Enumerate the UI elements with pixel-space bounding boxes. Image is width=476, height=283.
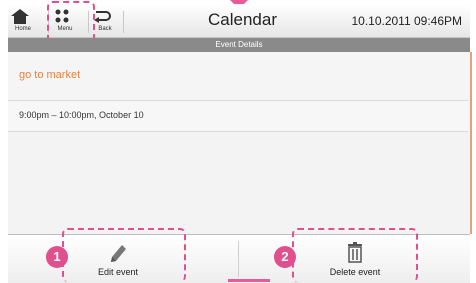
event-time-row: 9:00pm – 10:00pm, October 10 xyxy=(8,101,468,132)
back-label: Back xyxy=(98,26,112,32)
menu-highlight-callout xyxy=(47,1,95,43)
back-arrow-icon xyxy=(94,11,111,23)
status-datetime: 10.10.2011 09:46PM xyxy=(351,14,462,28)
back-button[interactable]: Back xyxy=(92,6,118,36)
event-title: go to market xyxy=(19,69,81,81)
edit-highlight-callout xyxy=(62,228,186,282)
section-header: Event Details xyxy=(8,38,470,52)
home-icon xyxy=(11,9,29,24)
step-badge-1: 1 xyxy=(46,246,68,268)
calendar-screen: Home Menu Back Calendar 10.10.2011 09:46… xyxy=(0,0,476,283)
divider xyxy=(123,11,124,33)
home-label: Home xyxy=(14,26,31,32)
home-button[interactable]: Home xyxy=(10,6,36,36)
event-title-row[interactable]: go to market xyxy=(8,52,468,101)
delete-highlight-callout xyxy=(292,228,418,282)
event-details-panel: go to market 9:00pm – 10:00pm, October 1… xyxy=(8,52,472,234)
app-title: Calendar xyxy=(208,10,277,29)
action-divider xyxy=(238,241,239,277)
step-badge-2: 2 xyxy=(274,246,296,268)
event-time: 9:00pm – 10:00pm, October 10 xyxy=(19,110,144,120)
